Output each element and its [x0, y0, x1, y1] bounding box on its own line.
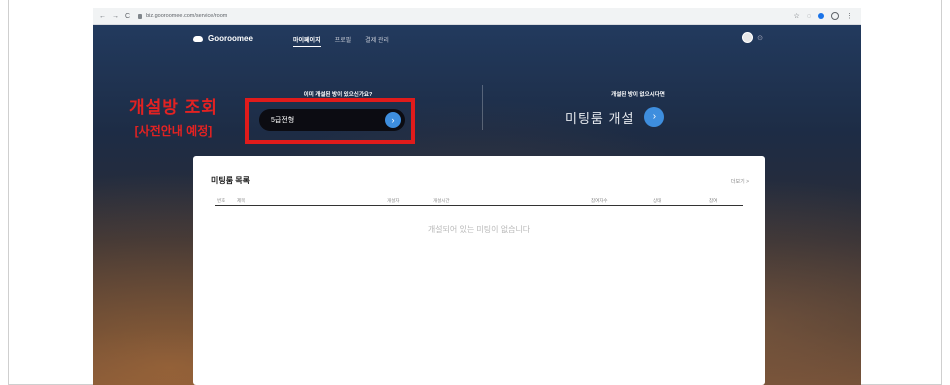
annotation-line-1: 개설방 조회	[129, 98, 218, 117]
main-menu: 마이페이지 프로필 결제 관리	[293, 35, 389, 47]
column-header-host: 개설자	[387, 198, 400, 203]
back-icon[interactable]: ←	[99, 13, 106, 20]
settings-icon[interactable]: ⊙	[757, 34, 763, 42]
card-title: 미팅룸 목록	[211, 176, 251, 185]
create-room-label[interactable]: 미팅룸 개설	[565, 108, 634, 127]
browser-actions: ☆ ◌ ⋮	[794, 12, 853, 20]
annotation-text: 개설방 조회 [사전안내 예정]	[129, 93, 218, 139]
table-header: 번호 제목 개설자 개설시간 참여자수 상태 참여	[215, 197, 743, 206]
browser-nav: ← → C	[99, 13, 130, 20]
address-bar[interactable]: biz.gooroomee.com/service/room	[138, 13, 227, 19]
more-link[interactable]: 더보기 >	[731, 178, 749, 185]
column-header-number: 번호	[217, 198, 226, 203]
account-dot-icon[interactable]	[818, 13, 824, 19]
hero-divider	[482, 85, 483, 130]
no-room-question: 개설된 방이 없으시다면	[611, 92, 665, 98]
menu-item-profile[interactable]: 프로필	[335, 35, 352, 47]
meeting-page: Gooroomee 마이페이지 프로필 결제 관리 ⊙ 이미 개설된 방이 있으…	[93, 25, 861, 385]
create-room-action[interactable]: 미팅룸 개설 ›	[565, 107, 665, 127]
brand-name: Gooroomee	[208, 34, 253, 43]
existing-room-question: 이미 개설된 방이 있으신가요?	[303, 92, 373, 98]
column-header-title: 제목	[237, 198, 246, 203]
reload-icon[interactable]: C	[125, 13, 130, 20]
annotation-highlight-box	[245, 98, 415, 144]
star-icon[interactable]: ☆	[794, 12, 800, 20]
column-header-time: 개설시간	[433, 198, 450, 203]
annotation-line-2: [사전안내 예정]	[134, 124, 213, 138]
forward-icon[interactable]: →	[112, 13, 119, 20]
empty-list-message: 개설되어 있는 미팅이 없습니다	[427, 225, 531, 234]
lock-icon	[138, 13, 143, 19]
profile-icon[interactable]	[831, 12, 839, 20]
column-header-participants: 참여자수	[591, 198, 608, 203]
brand-logo[interactable]: Gooroomee	[193, 34, 253, 43]
url-text[interactable]: biz.gooroomee.com/service/room	[146, 13, 227, 19]
user-area: ⊙	[742, 32, 763, 43]
browser-toolbar: ← → C biz.gooroomee.com/service/room ☆ ◌…	[93, 8, 861, 25]
column-header-status: 상태	[653, 198, 662, 203]
meeting-room-list-card: 미팅룸 목록 더보기 > 번호 제목 개설자 개설시간 참여자수 상태 참여 개…	[193, 156, 765, 385]
extension-icon[interactable]: ◌	[807, 13, 811, 20]
menu-icon[interactable]: ⋮	[846, 12, 853, 20]
create-room-button[interactable]: ›	[644, 107, 665, 127]
menu-item-mypage[interactable]: 마이페이지	[293, 35, 321, 47]
column-header-join: 참여	[709, 198, 718, 203]
avatar[interactable]	[742, 32, 754, 43]
menu-item-billing[interactable]: 결제 관리	[365, 35, 389, 47]
cloud-icon	[193, 35, 203, 42]
